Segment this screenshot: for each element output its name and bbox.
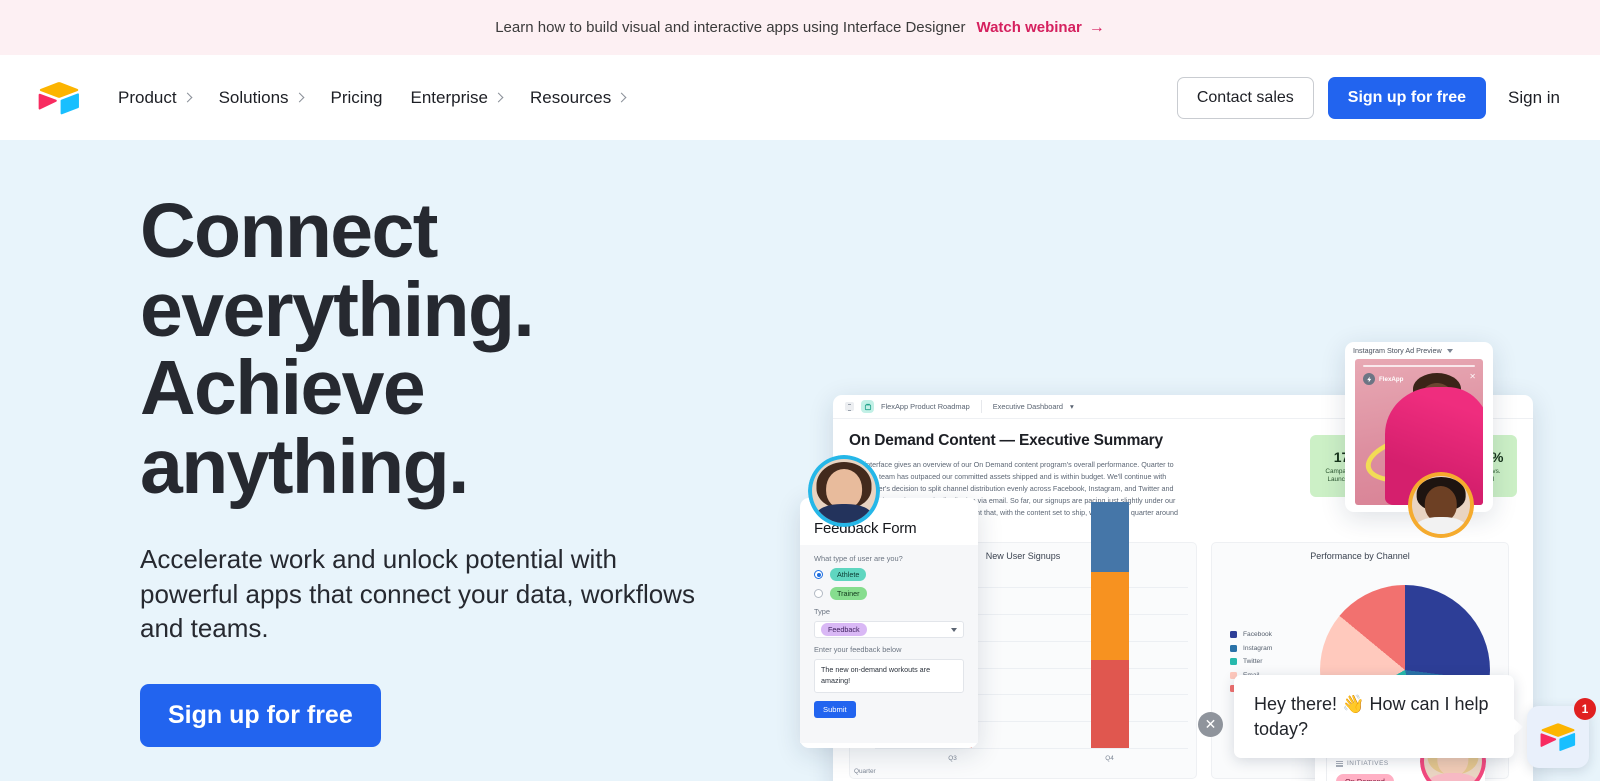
chevron-right-icon <box>182 92 193 102</box>
brand-avatar-icon <box>1363 373 1375 385</box>
legend-label: Instagram <box>1243 644 1273 652</box>
chevron-right-icon <box>493 92 504 102</box>
bar-segment-orange <box>1090 572 1129 661</box>
bar-q4 <box>1090 502 1129 749</box>
sign-in-link[interactable]: Sign in <box>1500 88 1568 108</box>
nav-sign-up-button[interactable]: Sign up for free <box>1327 76 1487 119</box>
watch-webinar-label: Watch webinar <box>976 19 1082 36</box>
nav-item-solutions-label: Solutions <box>218 87 289 107</box>
feedback-field-label: Enter your feedback below <box>814 645 902 654</box>
nav-actions: Contact sales Sign up for free Sign in <box>1176 76 1568 119</box>
sidebar-toggle-icon[interactable] <box>845 402 854 411</box>
instagram-preview-header: Instagram Story Ad Preview <box>1345 342 1493 359</box>
airtable-logo[interactable] <box>38 81 80 115</box>
bar-chart-x-axis-title: Quarter <box>854 768 876 776</box>
dashboard-heading: On Demand Content — Executive Summary <box>849 432 1163 449</box>
submit-button[interactable]: Submit <box>814 701 856 718</box>
hero-sign-up-button[interactable]: Sign up for free <box>140 683 381 747</box>
story-progress-bar <box>1363 365 1475 367</box>
nav-item-solutions[interactable]: Solutions <box>218 82 304 114</box>
type-select[interactable]: Feedback <box>814 621 964 638</box>
instagram-preview-title: Instagram Story Ad Preview <box>1353 346 1442 355</box>
radio-option-athlete[interactable]: Athlete <box>814 568 964 581</box>
watch-webinar-link[interactable]: Watch webinar → <box>976 19 1104 36</box>
airtable-logo-icon <box>1540 723 1576 752</box>
chevron-down-icon[interactable]: ▾ <box>1070 402 1074 411</box>
hero-title-line-4: anything. <box>140 423 469 510</box>
type-field-label: Type <box>814 607 831 616</box>
announcement-banner: Learn how to build visual and interactiv… <box>0 0 1600 55</box>
app-icon <box>861 400 874 413</box>
feedback-textarea[interactable]: The new on-demand workouts are amazing! <box>814 659 964 693</box>
brand-name: FlexApp <box>1379 375 1404 383</box>
radio-option-label: Athlete <box>830 568 867 581</box>
chevron-right-icon <box>616 92 627 102</box>
feedback-form-body: What type of user are you? Athlete Train… <box>800 545 978 743</box>
chat-launcher-button[interactable]: 1 <box>1527 698 1596 768</box>
bar-segment-red <box>1090 660 1129 749</box>
chat-unread-badge: 1 <box>1574 698 1596 720</box>
bar-segment-blue <box>1090 502 1129 573</box>
announcement-text: Learn how to build visual and interactiv… <box>495 19 966 36</box>
user-type-label: What type of user are you? <box>814 554 903 563</box>
nav-item-resources[interactable]: Resources <box>529 82 627 114</box>
avatar-channel-owner <box>1408 472 1474 538</box>
radio-option-label: Trainer <box>830 587 867 600</box>
feedback-form-card: Feedback Form What type of user are you?… <box>800 498 978 748</box>
breadcrumb-app-name[interactable]: FlexApp Product Roadmap <box>881 402 970 411</box>
hero-subtitle: Accelerate work and unlock potential wit… <box>140 544 695 644</box>
primary-nav-links: Product Solutions Pricing Enterprise Res… <box>118 82 627 114</box>
top-navigation-bar: Product Solutions Pricing Enterprise Res… <box>0 55 1600 140</box>
hero-section: Connect everything. Achieve anything. Ac… <box>0 140 1600 781</box>
hero-title-line-1: Connect <box>140 188 438 274</box>
contact-sales-button[interactable]: Contact sales <box>1176 76 1314 119</box>
hero-title-line-2: everything. <box>140 266 535 353</box>
pie-chart-title: Performance by Channel <box>1310 551 1410 562</box>
page-title: Connect everything. Achieve anything. <box>140 192 760 506</box>
nav-item-resources-label: Resources <box>529 87 612 107</box>
nav-item-enterprise[interactable]: Enterprise <box>410 82 504 114</box>
avatar-image <box>812 459 876 523</box>
legend-swatch <box>1230 631 1237 639</box>
nav-item-pricing-label: Pricing <box>330 87 383 107</box>
avatar-feedback-author <box>808 455 880 527</box>
story-brand-row: FlexApp <box>1363 373 1403 385</box>
chevron-right-icon <box>294 92 304 102</box>
type-select-value: Feedback <box>821 623 867 636</box>
nav-item-pricing[interactable]: Pricing <box>331 82 383 114</box>
legend-label: Twitter <box>1243 658 1263 666</box>
chevron-down-icon <box>951 627 957 632</box>
radio-button-selected-icon[interactable] <box>814 570 823 579</box>
legend-item-facebook: Facebook <box>1230 631 1272 639</box>
hero-copy: Connect everything. Achieve anything. Ac… <box>140 192 760 747</box>
hero-title-line-3: Achieve <box>140 345 426 432</box>
legend-item-twitter: Twitter <box>1230 658 1272 666</box>
legend-item-instagram: Instagram <box>1230 644 1273 652</box>
close-icon[interactable]: ✕ <box>1469 372 1476 381</box>
radio-button-icon[interactable] <box>814 589 823 598</box>
legend-label: Facebook <box>1243 631 1272 639</box>
arrow-right-icon: → <box>1088 18 1105 36</box>
legend-swatch <box>1230 658 1237 666</box>
chat-message-bubble[interactable]: Hey there! 👋 How can I help today? <box>1234 675 1523 758</box>
chevron-down-icon[interactable] <box>1446 348 1453 353</box>
radio-option-trainer[interactable]: Trainer <box>814 587 964 600</box>
nav-item-product[interactable]: Product <box>118 82 193 114</box>
x-tick-q4: Q4 <box>1105 755 1114 763</box>
bar-chart-x-labels: Q3 Q4 <box>874 755 1188 762</box>
nav-item-enterprise-label: Enterprise <box>410 87 488 107</box>
avatar-image <box>1412 476 1470 534</box>
legend-swatch <box>1230 644 1237 652</box>
breadcrumb-divider <box>980 400 982 413</box>
nav-item-product-label: Product <box>118 87 177 107</box>
chat-close-button[interactable]: ✕ <box>1198 712 1223 737</box>
x-tick-q3: Q3 <box>948 755 957 763</box>
chat-widget: ✕ Hey there! 👋 How can I help today? 1 <box>1198 675 1600 781</box>
breadcrumb-page-name[interactable]: Executive Dashboard <box>993 402 1063 411</box>
